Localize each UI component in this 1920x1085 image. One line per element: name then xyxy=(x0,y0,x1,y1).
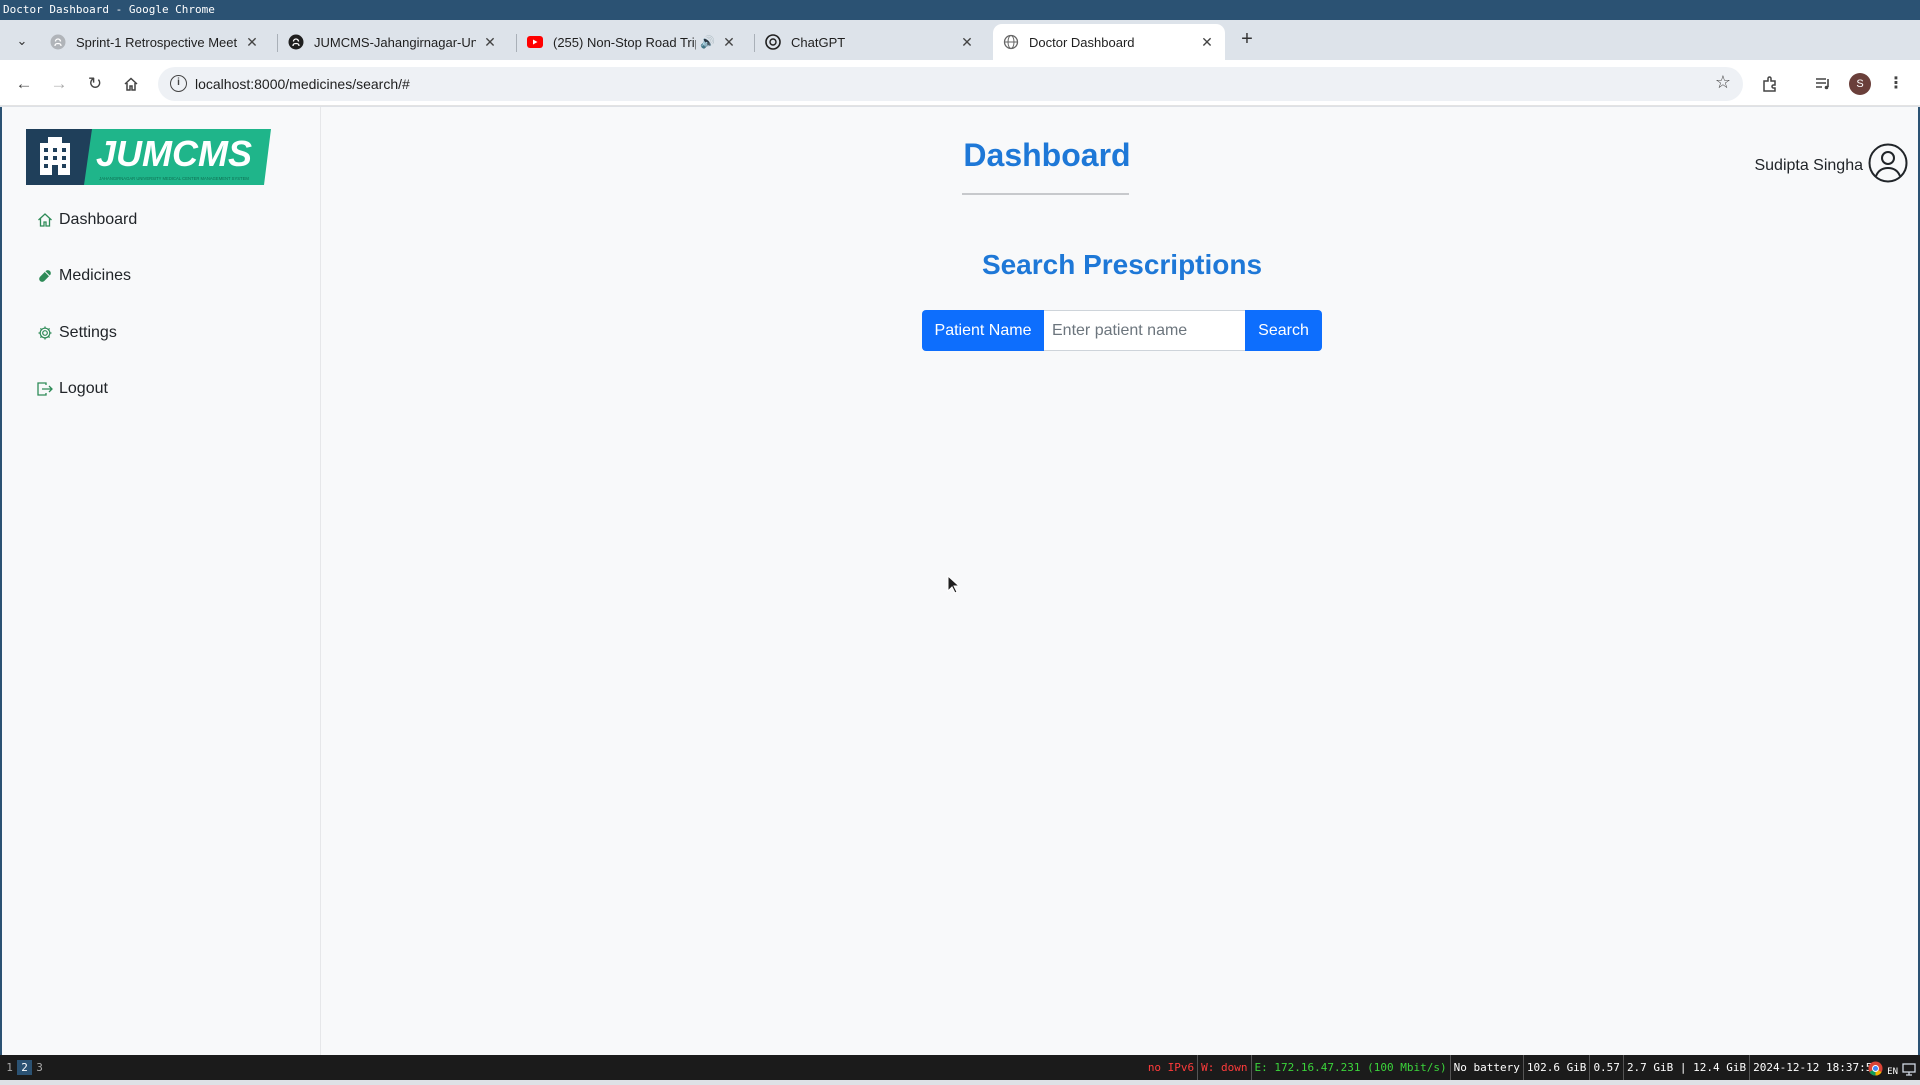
sidebar-item-label: Logout xyxy=(59,380,108,397)
extensions-icon[interactable] xyxy=(1758,72,1782,96)
profile-avatar[interactable]: S xyxy=(1849,73,1871,95)
youtube-icon xyxy=(527,34,543,50)
sidebar-item-label: Settings xyxy=(59,324,117,341)
close-icon[interactable]: ✕ xyxy=(244,34,260,51)
github-icon xyxy=(50,34,66,50)
workspace-3[interactable]: 3 xyxy=(32,1060,47,1075)
tab-label: Sprint-1 Retrospective Meet xyxy=(76,34,238,50)
ipv6-status: no IPv6 xyxy=(1145,1055,1199,1080)
load-status: 0.57 xyxy=(1590,1055,1624,1080)
tab-label: Doctor Dashboard xyxy=(1029,34,1135,50)
sidebar-item-label: Dashboard xyxy=(59,211,138,228)
media-controls-icon[interactable] xyxy=(1811,72,1835,96)
logo-wordmark: JUMCMS xyxy=(96,133,252,174)
title-divider xyxy=(962,193,1129,195)
logout-icon xyxy=(36,380,54,398)
kebab-menu-icon[interactable]: ⋮ xyxy=(1884,72,1908,96)
globe-icon xyxy=(1003,34,1019,50)
tab-strip: ⌄ Sprint-1 Retrospective Meet ✕ JUMCMS-J… xyxy=(0,20,1920,60)
tab-label: (255) Non-Stop Road Trip xyxy=(553,34,697,50)
tab-label: JUMCMS-Jahangirnagar-Uni xyxy=(314,34,476,50)
sidebar-item-settings[interactable]: Settings xyxy=(36,321,117,345)
tab-sprint-retrospective[interactable]: Sprint-1 Retrospective Meet ✕ xyxy=(40,24,270,60)
github-icon xyxy=(288,34,304,50)
system-statusbar: 1 2 3 no IPv6 W: down E: 172.16.47.231 (… xyxy=(0,1055,1920,1080)
wifi-status: W: down xyxy=(1198,1055,1252,1080)
memory-status: 2.7 GiB | 12.4 GiB xyxy=(1624,1055,1751,1080)
chrome-icon[interactable] xyxy=(1868,1060,1883,1085)
clock: 2024-12-12 18:37:55 xyxy=(1753,1061,1879,1074)
sidebar-item-dashboard[interactable]: Dashboard xyxy=(36,208,137,232)
workspace-1[interactable]: 1 xyxy=(2,1060,17,1075)
battery-status: No battery xyxy=(1451,1055,1524,1080)
site-info-icon[interactable]: i xyxy=(170,75,187,92)
logo-tagline: JAHANGIRNAGAR UNIVERSITY MEDICAL CENTER … xyxy=(99,176,249,181)
address-bar[interactable]: i localhost:8000/medicines/search/# ☆ xyxy=(158,67,1743,101)
search-form: Patient Name Search xyxy=(922,310,1322,351)
speaker-icon[interactable]: 🔊 xyxy=(700,35,715,49)
window-title: Doctor Dashboard - Google Chrome xyxy=(3,3,215,16)
status-info: no IPv6 W: down E: 172.16.47.231 (100 Mb… xyxy=(1145,1055,1882,1080)
tab-jumcms-repo[interactable]: JUMCMS-Jahangirnagar-Uni ✕ xyxy=(278,24,508,60)
patient-name-label: Patient Name xyxy=(922,310,1044,351)
capsule-icon xyxy=(36,267,54,285)
gear-icon xyxy=(36,324,54,342)
disk-status: 102.6 GiB xyxy=(1524,1055,1591,1080)
display-icon[interactable] xyxy=(1902,1060,1916,1085)
browser-toolbar: ← → ↻ i localhost:8000/medicines/search/… xyxy=(0,60,1920,106)
user-menu[interactable]: Sudipta Singha xyxy=(1754,143,1908,188)
new-tab-button[interactable]: + xyxy=(1236,28,1258,50)
reload-icon[interactable]: ↻ xyxy=(83,72,107,96)
page-title: Dashboard xyxy=(963,137,1131,173)
bookmark-star-icon[interactable]: ☆ xyxy=(1715,72,1731,93)
section-title: Search Prescriptions xyxy=(981,249,1263,280)
close-icon[interactable]: ✕ xyxy=(1199,34,1215,51)
sidebar-item-label: Medicines xyxy=(59,267,132,284)
user-avatar-icon xyxy=(1868,143,1908,188)
app-page: JUMCMS JAHANGIRNAGAR UNIVERSITY MEDICAL … xyxy=(0,107,1920,1055)
tab-search-button[interactable]: ⌄ xyxy=(10,30,34,52)
patient-name-input[interactable] xyxy=(1044,310,1245,351)
user-name: Sudipta Singha xyxy=(1754,156,1863,174)
back-icon[interactable]: ← xyxy=(12,72,36,96)
tab-doctor-dashboard[interactable]: Doctor Dashboard ✕ xyxy=(993,24,1225,60)
tab-chatgpt[interactable]: ChatGPT ✕ xyxy=(755,24,985,60)
window-titlebar: Doctor Dashboard - Google Chrome xyxy=(0,0,1920,20)
sidebar-item-medicines[interactable]: Medicines xyxy=(36,264,131,288)
tab-youtube[interactable]: (255) Non-Stop Road Trip 🔊 ✕ xyxy=(517,24,747,60)
search-button[interactable]: Search xyxy=(1245,310,1322,351)
workspace-2[interactable]: 2 xyxy=(17,1060,32,1075)
tab-label: ChatGPT xyxy=(791,34,846,50)
url-text[interactable]: localhost:8000/medicines/search/# xyxy=(195,67,410,101)
close-icon[interactable]: ✕ xyxy=(721,34,737,51)
sidebar: JUMCMS JAHANGIRNAGAR UNIVERSITY MEDICAL … xyxy=(2,107,321,1055)
chatgpt-icon xyxy=(765,34,781,50)
house-icon xyxy=(36,211,54,229)
jumcms-logo[interactable]: JUMCMS JAHANGIRNAGAR UNIVERSITY MEDICAL … xyxy=(26,129,271,185)
mouse-cursor-icon xyxy=(947,574,961,600)
ethernet-status: E: 172.16.47.231 (100 Mbit/s) xyxy=(1252,1055,1451,1080)
home-icon[interactable] xyxy=(119,72,143,96)
close-icon[interactable]: ✕ xyxy=(482,34,498,51)
system-tray: EN xyxy=(1868,1060,1916,1085)
sidebar-item-logout[interactable]: Logout xyxy=(36,377,108,401)
close-icon[interactable]: ✕ xyxy=(959,34,975,51)
keyboard-layout[interactable]: EN xyxy=(1887,1060,1898,1085)
forward-icon[interactable]: → xyxy=(47,72,71,96)
